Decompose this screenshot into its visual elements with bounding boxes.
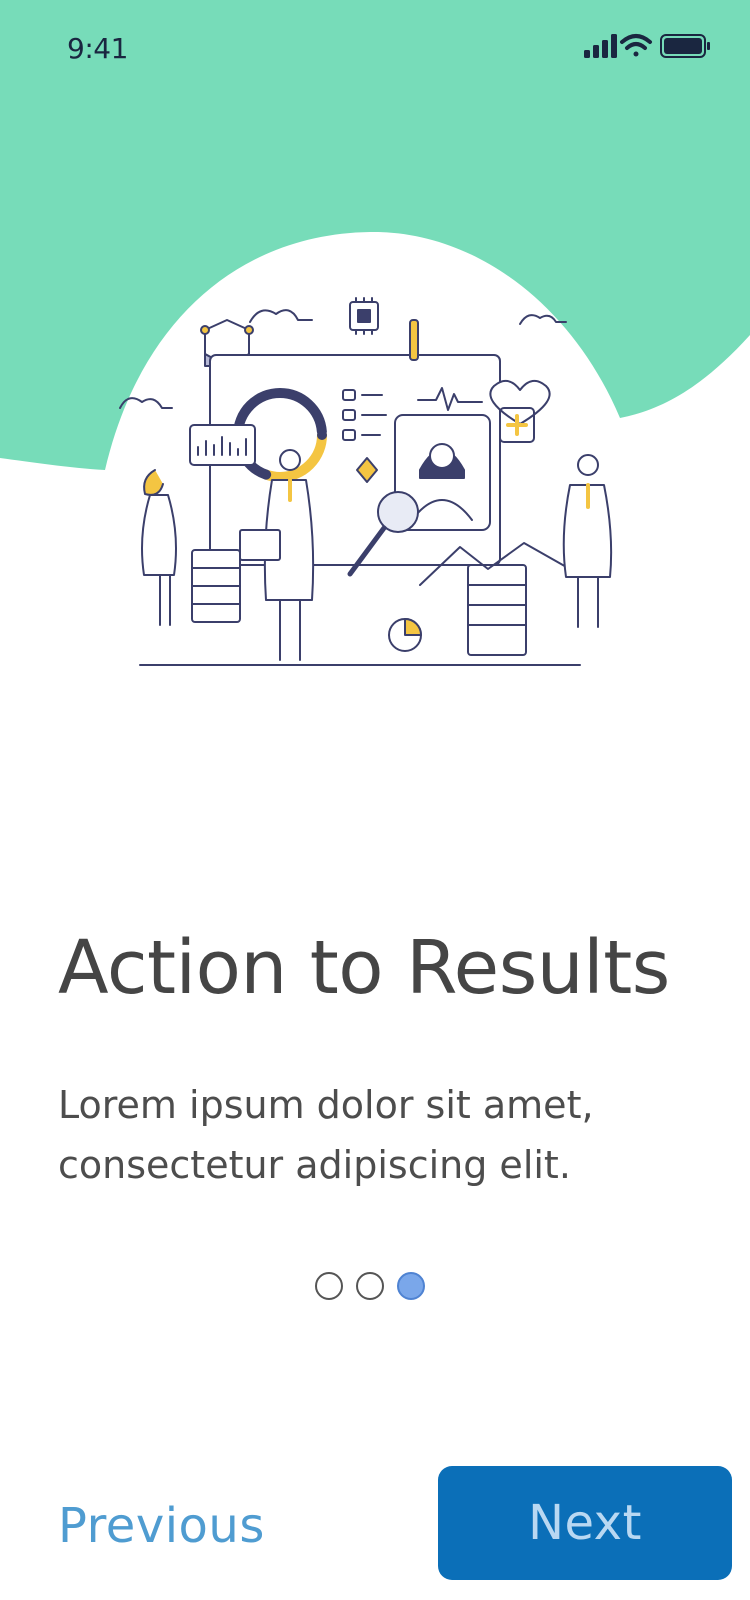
battery-icon bbox=[660, 34, 710, 58]
data-science-team-illustration bbox=[119, 297, 613, 666]
status-bar: 9:41 bbox=[0, 0, 750, 100]
status-time: 9:41 bbox=[67, 32, 128, 65]
status-icons bbox=[584, 34, 710, 58]
previous-button[interactable]: Previous bbox=[58, 1498, 265, 1554]
next-button[interactable]: Next bbox=[438, 1466, 732, 1580]
wifi-icon bbox=[620, 34, 652, 57]
page-indicator bbox=[315, 1272, 425, 1300]
page-dot-1[interactable] bbox=[315, 1272, 343, 1300]
onboarding-title: Action to Results bbox=[58, 925, 670, 1011]
cellular-signal-icon bbox=[584, 34, 617, 58]
page-dot-3-active[interactable] bbox=[397, 1272, 425, 1300]
page-dot-2[interactable] bbox=[356, 1272, 384, 1300]
onboarding-body: Lorem ipsum dolor sit amet, consectetur … bbox=[58, 1083, 594, 1187]
